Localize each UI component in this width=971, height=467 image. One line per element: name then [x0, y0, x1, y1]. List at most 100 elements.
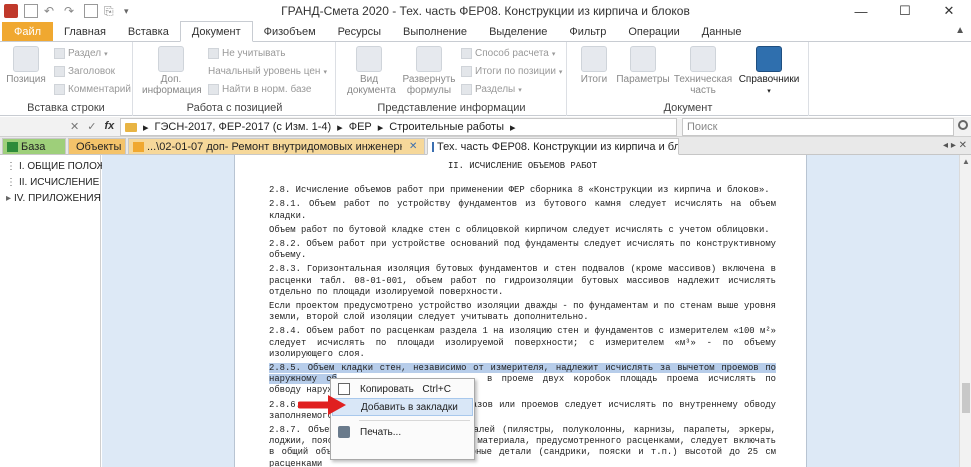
close-tab-icon[interactable]: ✕ — [409, 141, 417, 152]
page-heading: II. ИСЧИСЛЕНИЕ ОБЪЕМОВ РАБОТ — [447, 161, 598, 171]
breadcrumb[interactable]: ▸ ГЭСН-2017, ФЕР-2017 (с Изм. 1-4) ▸ ФЕР… — [120, 118, 677, 136]
tab-base[interactable]: База — [2, 138, 66, 155]
find-in-norm-base-button[interactable]: Найти в норм. базе — [208, 82, 311, 97]
group-document: Итоги Параметры Техническая часть Справо… — [568, 42, 809, 116]
ignore-icon — [208, 48, 219, 59]
totals-button[interactable]: Итоги — [576, 46, 612, 85]
breadcrumb-item[interactable]: ГЭСН-2017, ФЕР-2017 (с Изм. 1-4) — [155, 121, 332, 133]
cancel-icon[interactable]: ✕ — [70, 120, 79, 133]
tab-document[interactable]: Документ — [179, 21, 253, 42]
printer-icon — [338, 426, 350, 438]
tab-filter[interactable]: Фильтр — [558, 22, 617, 41]
tree-line-icon: ⋮ — [6, 161, 16, 172]
document-page[interactable]: II. ИСЧИСЛЕНИЕ ОБЪЕМОВ РАБОТ 2.8. Исчисл… — [234, 155, 807, 467]
paragraph: 2.8.2. Объем работ при устройстве основа… — [269, 239, 776, 261]
shortcut-label: Ctrl+C — [422, 383, 451, 395]
vertical-scrollbar[interactable]: ▲ — [959, 155, 971, 467]
scroll-up-icon[interactable]: ▲ — [962, 157, 970, 166]
parameters-button[interactable]: Параметры — [616, 46, 670, 85]
calc-method-icon — [461, 48, 472, 59]
folder-icon — [125, 122, 137, 132]
document-tabs: База Объекты ...\02-01-07 доп- Ремонт вн… — [0, 137, 971, 155]
search-input[interactable]: Поиск — [682, 118, 954, 136]
section-button[interactable]: Раздел ▾ — [54, 46, 108, 61]
sections-icon — [461, 84, 472, 95]
group-insert-row-label: Вставка строки — [27, 102, 105, 114]
references-button[interactable]: Справочники ▾ — [736, 46, 802, 97]
document-viewer: II. ИСЧИСЛЕНИЕ ОБЪЕМОВ РАБОТ 2.8. Исчисл… — [102, 155, 959, 467]
document-view-button[interactable]: Вид документа — [347, 46, 396, 96]
paragraph: 2.8.3. Горизонтальная изоляция бутовых ф… — [269, 264, 776, 297]
expand-icon[interactable]: ▸ — [6, 193, 11, 204]
position-icon — [13, 46, 39, 72]
menu-separator — [359, 420, 470, 421]
ignore-button[interactable]: Не учитывать — [208, 46, 285, 61]
position-button[interactable]: Позиция — [6, 46, 46, 85]
paragraph: 2.8. Исчисление объемов работ при примен… — [269, 185, 770, 196]
database-icon — [7, 141, 18, 152]
address-tools: ✕ ✓ fx — [70, 120, 114, 133]
group-insert-row: Позиция Раздел ▾ Заголовок Комментарий Вс… — [0, 42, 133, 116]
function-icon[interactable]: fx — [104, 120, 114, 133]
breadcrumb-separator-icon: ▸ — [509, 121, 516, 134]
group-info-view: Вид документа Развернуть формулы Способ … — [337, 42, 567, 116]
sections-button[interactable]: Разделы ▾ — [461, 82, 522, 97]
tab-home[interactable]: Главная — [53, 22, 117, 41]
comment-icon — [54, 84, 65, 95]
header-button[interactable]: Заголовок — [54, 64, 115, 79]
find-icon — [208, 84, 219, 95]
ribbon: Позиция Раздел ▾ Заголовок Комментарий Вс… — [0, 42, 971, 116]
tab-tech-part[interactable]: Тех. часть ФЕР08. Конструкции из кирпича… — [427, 138, 679, 155]
scrollbar-thumb[interactable] — [962, 383, 970, 413]
comment-button[interactable]: Комментарий — [54, 82, 131, 97]
totals-by-position-button[interactable]: Итоги по позиции ▾ — [461, 64, 562, 79]
tab-operations[interactable]: Операции — [617, 22, 690, 41]
expand-formulas-button[interactable]: Развернуть формулы — [399, 46, 459, 96]
tabs-scroll-icon[interactable]: ◂ ▸ ✕ — [943, 140, 967, 151]
tree-item[interactable]: ▸ IV. ПРИЛОЖЕНИЯ — [6, 193, 101, 204]
tree-item[interactable]: ⋮ I. ОБЩИЕ ПОЛОЖЕ — [6, 161, 113, 172]
context-menu: Копировать Ctrl+C Добавить в закладки Пе… — [330, 378, 475, 460]
address-bar: ✕ ✓ fx ▸ ГЭСН-2017, ФЕР-2017 (с Изм. 1-4… — [0, 117, 971, 137]
window-controls: — ☐ ✕ — [839, 0, 971, 22]
maximize-icon[interactable]: ☐ — [883, 0, 927, 22]
info-icon — [158, 46, 184, 72]
window-title: ГРАНД-Смета 2020 - Тех. часть ФЕР08. Кон… — [281, 4, 690, 18]
close-icon[interactable]: ✕ — [927, 0, 971, 22]
title-bar: ↶ ↷ ⎘ ▾ ГРАНД-Смета 2020 - Тех. часть ФЕ… — [0, 0, 971, 22]
minimize-icon[interactable]: — — [839, 0, 883, 22]
tech-part-icon — [690, 46, 716, 72]
tab-selection[interactable]: Выделение — [478, 22, 558, 41]
pointer-arrow-icon — [298, 395, 346, 415]
book-icon — [756, 46, 782, 72]
calc-method-button[interactable]: Способ расчета ▾ — [461, 46, 555, 61]
document-icon — [133, 141, 144, 152]
breadcrumb-separator-icon: ▸ — [143, 121, 149, 134]
tech-part-button[interactable]: Техническая часть — [672, 46, 734, 96]
group-work-with-position-label: Работа с позицией — [186, 102, 283, 114]
document-icon — [432, 141, 434, 152]
extra-info-button[interactable]: Доп. информация — [142, 46, 202, 96]
section-icon — [54, 48, 65, 59]
breadcrumb-item[interactable]: ФЕР — [349, 121, 372, 133]
search-icon[interactable] — [958, 120, 968, 130]
tab-resources[interactable]: Ресурсы — [327, 22, 392, 41]
tab-insert[interactable]: Вставка — [117, 22, 180, 41]
menu-item-print[interactable]: Печать... — [332, 423, 473, 441]
tab-execution[interactable]: Выполнение — [392, 22, 478, 41]
tab-data[interactable]: Данные — [691, 22, 753, 41]
parameters-icon — [630, 46, 656, 72]
ribbon-collapse-icon[interactable]: ▲ — [955, 25, 965, 36]
group-info-view-label: Представление информации — [377, 102, 526, 114]
tab-objects[interactable]: Объекты — [68, 138, 126, 155]
tree-item[interactable]: ⋮ II. ИСЧИСЛЕНИЕ ОБ — [6, 177, 116, 188]
breadcrumb-item[interactable]: Строительные работы — [389, 121, 504, 133]
tab-file[interactable]: Файл — [2, 22, 54, 41]
breadcrumb-separator-icon: ▸ — [337, 121, 343, 134]
confirm-icon[interactable]: ✓ — [87, 120, 96, 133]
contents-tree: ⋮ I. ОБЩИЕ ПОЛОЖЕ ⋮ II. ИСЧИСЛЕНИЕ ОБ ▸ IV.… — [0, 155, 116, 467]
paragraph: 2.8.4. Объем работ по расценкам раздела … — [269, 326, 776, 359]
initial-price-level-button[interactable]: Начальный уровень цен ▾ — [208, 64, 327, 79]
tab-estimate[interactable]: ...\02-01-07 доп- Ремонт внутридомовых и… — [128, 138, 425, 155]
tab-physical-volume[interactable]: Физобъем — [253, 22, 327, 41]
